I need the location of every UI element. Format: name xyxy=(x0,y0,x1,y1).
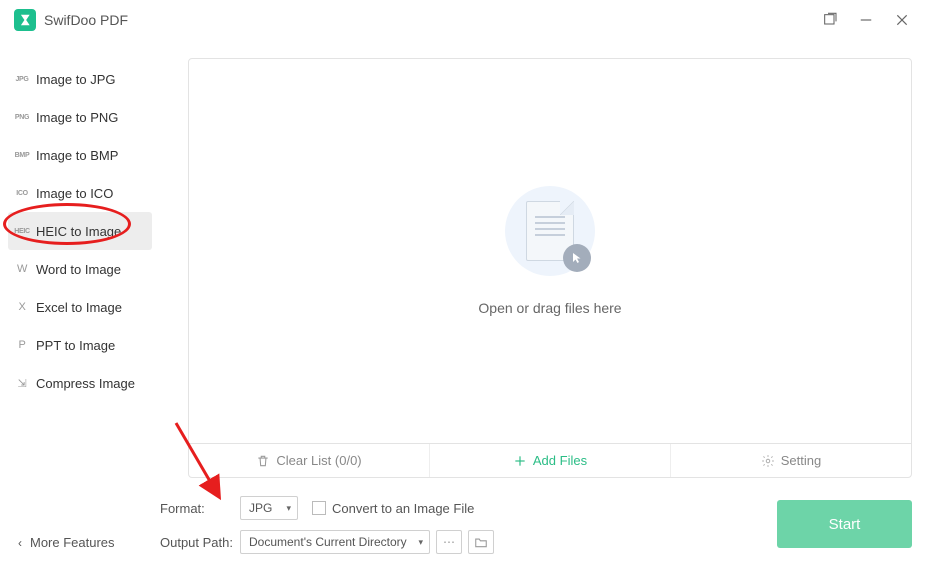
minimize-button[interactable] xyxy=(848,5,884,35)
sidebar-item-label: Word to Image xyxy=(36,262,121,277)
bmp-badge-icon: BMP xyxy=(14,152,30,159)
png-badge-icon: PNG xyxy=(14,114,30,121)
gear-icon xyxy=(761,454,775,468)
chevron-down-icon: ▾ xyxy=(418,537,423,548)
sidebar-item-compress-image[interactable]: ⇲ Compress Image xyxy=(8,364,152,402)
drop-zone-text: Open or drag files here xyxy=(478,300,621,316)
cursor-icon xyxy=(563,244,591,272)
format-value: JPG xyxy=(249,501,280,515)
sidebar-item-label: HEIC to Image xyxy=(36,224,121,239)
close-button[interactable] xyxy=(884,5,920,35)
window-action-button[interactable] xyxy=(812,5,848,35)
setting-label: Setting xyxy=(781,453,821,468)
excel-badge-icon: X xyxy=(14,301,30,313)
sidebar-item-image-to-png[interactable]: PNG Image to PNG xyxy=(8,98,152,136)
clear-list-label: Clear List (0/0) xyxy=(276,453,361,468)
output-path-value: Document's Current Directory xyxy=(249,535,412,549)
titlebar: SwifDoo PDF xyxy=(0,0,930,40)
jpg-badge-icon: JPG xyxy=(14,76,30,83)
sidebar-item-label: Excel to Image xyxy=(36,300,122,315)
sidebar: JPG Image to JPG PNG Image to PNG BMP Im… xyxy=(0,40,160,580)
word-badge-icon: W xyxy=(14,263,30,275)
setting-button[interactable]: Setting xyxy=(671,444,911,477)
sidebar-item-excel-to-image[interactable]: X Excel to Image xyxy=(8,288,152,326)
heic-badge-icon: HEIC xyxy=(14,228,30,235)
start-label: Start xyxy=(829,516,861,533)
sidebar-item-image-to-jpg[interactable]: JPG Image to JPG xyxy=(8,60,152,98)
sidebar-item-label: PPT to Image xyxy=(36,338,115,353)
convert-checkbox-label: Convert to an Image File xyxy=(332,501,474,516)
app-title: SwifDoo PDF xyxy=(44,12,128,28)
output-path-label: Output Path: xyxy=(160,535,240,550)
ppt-badge-icon: P xyxy=(14,339,30,351)
drop-panel: Open or drag files here Clear List (0/0)… xyxy=(188,58,912,478)
open-folder-button[interactable] xyxy=(468,530,494,554)
output-path-select[interactable]: Document's Current Directory ▾ xyxy=(240,530,430,554)
sidebar-item-word-to-image[interactable]: W Word to Image xyxy=(8,250,152,288)
sidebar-item-label: Image to ICO xyxy=(36,186,113,201)
add-files-label: Add Files xyxy=(533,453,587,468)
more-features-label: More Features xyxy=(30,535,115,550)
compress-badge-icon: ⇲ xyxy=(14,377,30,390)
start-button[interactable]: Start xyxy=(777,500,912,548)
sidebar-item-label: Image to BMP xyxy=(36,148,118,163)
app-logo xyxy=(14,9,36,31)
more-features-button[interactable]: ‹ More Features xyxy=(18,535,115,550)
chevron-left-icon: ‹ xyxy=(18,536,22,550)
chevron-down-icon: ▾ xyxy=(286,503,291,514)
sidebar-item-heic-to-image[interactable]: HEIC HEIC to Image xyxy=(8,212,152,250)
sidebar-item-label: Image to JPG xyxy=(36,72,115,87)
format-label: Format: xyxy=(160,501,240,516)
trash-icon xyxy=(256,454,270,468)
plus-icon xyxy=(513,454,527,468)
format-select[interactable]: JPG ▾ xyxy=(240,496,298,520)
drop-toolbar: Clear List (0/0) Add Files Setting xyxy=(189,443,911,477)
ico-badge-icon: ICO xyxy=(14,190,30,197)
sidebar-item-image-to-bmp[interactable]: BMP Image to BMP xyxy=(8,136,152,174)
convert-checkbox[interactable] xyxy=(312,501,326,515)
drop-zone-illustration xyxy=(505,186,595,276)
sidebar-item-ppt-to-image[interactable]: P PPT to Image xyxy=(8,326,152,364)
sidebar-item-label: Image to PNG xyxy=(36,110,118,125)
drop-zone[interactable]: Open or drag files here xyxy=(189,59,911,443)
folder-icon xyxy=(474,536,488,548)
add-files-button[interactable]: Add Files xyxy=(430,444,671,477)
clear-list-button[interactable]: Clear List (0/0) xyxy=(189,444,430,477)
more-options-button[interactable]: ⋯ xyxy=(436,530,462,554)
ellipsis-icon: ⋯ xyxy=(443,535,455,549)
sidebar-item-label: Compress Image xyxy=(36,376,135,391)
sidebar-item-image-to-ico[interactable]: ICO Image to ICO xyxy=(8,174,152,212)
